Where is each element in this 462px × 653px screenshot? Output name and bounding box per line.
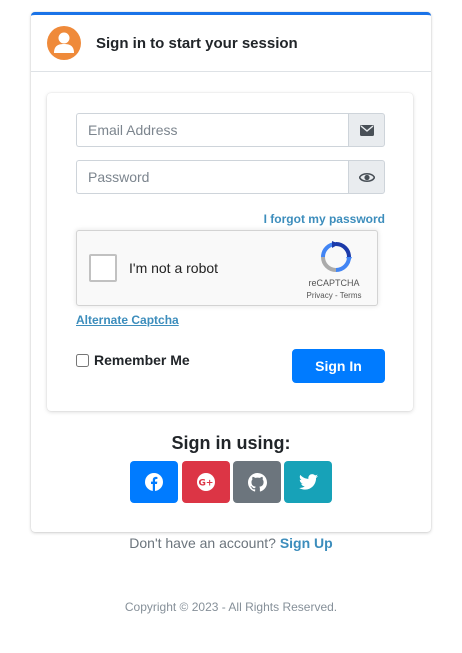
google-plus-button[interactable]: G+: [182, 461, 230, 503]
recaptcha-checkbox[interactable]: [89, 254, 117, 282]
remember-me[interactable]: Remember Me: [76, 352, 190, 368]
recaptcha-widget: I'm not a robot reCAPTCHA Privacy - Term…: [76, 230, 378, 306]
forgot-password-link[interactable]: I forgot my password: [264, 212, 385, 226]
copyright-text: Copyright © 2023 - All Rights Reserved.: [124, 600, 338, 614]
password-input-group: [76, 160, 385, 194]
page-title: Sign in to start your session: [96, 34, 298, 52]
signup-prompt: Don't have an account? Sign Up: [0, 535, 462, 551]
github-button[interactable]: [233, 461, 281, 503]
email-input-group: [76, 113, 385, 147]
login-card: Sign in to start your session I forgot m…: [31, 12, 431, 532]
google-plus-icon: G+: [197, 473, 215, 491]
svg-text:G+: G+: [199, 479, 214, 489]
recaptcha-logo-icon: [320, 241, 352, 278]
login-form: I forgot my password I'm not a robot reC…: [47, 93, 413, 411]
no-account-text: Don't have an account?: [129, 535, 276, 551]
eye-icon[interactable]: [348, 160, 385, 194]
envelope-icon: [348, 113, 385, 147]
remember-me-label: Remember Me: [94, 352, 190, 368]
recaptcha-brand: reCAPTCHA: [308, 278, 360, 288]
facebook-icon: [145, 473, 163, 491]
facebook-button[interactable]: [130, 461, 178, 503]
card-header: Sign in to start your session: [31, 15, 431, 72]
recaptcha-privacy-terms[interactable]: Privacy - Terms: [298, 291, 370, 300]
alternate-captcha-link[interactable]: Alternate Captcha: [76, 313, 179, 327]
remember-me-checkbox[interactable]: [76, 353, 89, 367]
recaptcha-label: I'm not a robot: [129, 260, 219, 276]
sign-in-button[interactable]: Sign In: [292, 349, 385, 383]
user-avatar-icon: [47, 26, 81, 60]
twitter-button[interactable]: [284, 461, 332, 503]
social-title: Sign in using:: [171, 433, 291, 453]
password-input[interactable]: [76, 160, 348, 194]
twitter-icon: [298, 474, 318, 490]
sign-up-link[interactable]: Sign Up: [280, 535, 333, 551]
email-input[interactable]: [76, 113, 348, 147]
github-icon: [247, 472, 267, 492]
